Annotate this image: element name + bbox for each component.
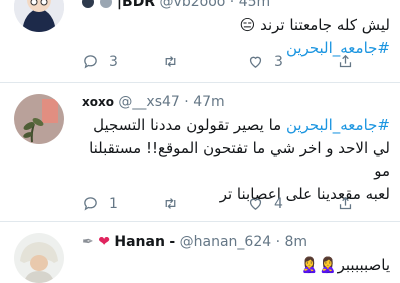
emoji: 🙎‍♀️🙎‍♀️ xyxy=(300,256,338,274)
hashtag-link[interactable]: #جامعه_البحرين xyxy=(286,116,390,134)
tweet-text-line: لي الاحد و اخر شي ما تفتحون الموقع!! مست… xyxy=(89,139,390,180)
reply-button[interactable]: 1 xyxy=(82,195,118,212)
share-icon xyxy=(339,54,352,68)
avatar[interactable] xyxy=(14,233,64,283)
tweet-text: #جامعه_البحرين ما يصير تقولون مددنا التس… xyxy=(82,114,390,206)
retweet-button[interactable] xyxy=(162,195,189,212)
tweet-actions: 3 3 xyxy=(82,53,382,73)
separator: · xyxy=(229,0,235,10)
avatar[interactable] xyxy=(14,0,64,32)
tweet-header: ✒ ❤ Hanan - @hanan_624 · 8m xyxy=(82,234,307,250)
status-emoji-icon xyxy=(82,0,94,8)
name-dash: - xyxy=(169,234,176,250)
status-emoji-icon xyxy=(100,0,113,8)
tweet-2[interactable]: xoxo @__xs47 · 47m #جامعه_البحرين ما يصي… xyxy=(0,83,400,220)
like-count: 4 xyxy=(274,195,283,212)
reply-button[interactable]: 3 xyxy=(82,53,118,70)
timestamp[interactable]: 45m xyxy=(239,0,270,10)
handle[interactable]: @__xs47 xyxy=(118,94,179,110)
reply-icon xyxy=(84,55,97,69)
tweet-text-line: ما يصير تقولون مددنا التسجيل xyxy=(93,116,286,134)
retweet-icon xyxy=(165,56,176,67)
tweet-3[interactable]: ✒ ❤ Hanan - @hanan_624 · 8m ياصبببببر🙎‍♀… xyxy=(0,222,400,283)
display-name[interactable]: |BDR xyxy=(117,0,155,10)
share-button[interactable] xyxy=(337,53,354,70)
like-button[interactable]: 3 xyxy=(247,53,283,70)
display-name[interactable]: Hanan xyxy=(114,234,165,250)
reply-icon xyxy=(84,197,97,211)
timestamp[interactable]: 47m xyxy=(193,94,224,110)
separator: · xyxy=(275,234,281,250)
heart-icon xyxy=(249,198,262,210)
share-button[interactable] xyxy=(337,195,354,212)
handle[interactable]: @hanan_624 xyxy=(180,234,272,250)
avatar[interactable] xyxy=(14,94,64,144)
timestamp[interactable]: 8m xyxy=(285,234,308,250)
like-count: 3 xyxy=(274,53,283,70)
separator: · xyxy=(184,94,189,110)
tweet-text-line: ليش كله جامعتنا ترند xyxy=(260,16,390,34)
tweet-1[interactable]: |BDR @vb2ooo · 45m ليش كله جامعتنا ترند … xyxy=(0,0,400,80)
retweet-button[interactable] xyxy=(162,53,189,70)
reply-count: 3 xyxy=(109,53,118,70)
handle[interactable]: @vb2ooo xyxy=(160,0,226,10)
emoji: 😑 xyxy=(239,16,256,34)
share-icon xyxy=(339,196,352,210)
feather-icon: ✒ xyxy=(82,234,94,250)
red-heart-icon: ❤ xyxy=(98,234,110,250)
tweet-text: ياصبببببر🙎‍♀️🙎‍♀️ xyxy=(82,254,390,277)
display-name[interactable]: xoxo xyxy=(82,95,114,109)
like-button[interactable]: 4 xyxy=(247,195,283,212)
tweet-text-line: ياصبببببر xyxy=(337,256,390,274)
tweet-header: |BDR @vb2ooo · 45m xyxy=(82,0,270,10)
reply-count: 1 xyxy=(109,195,118,212)
heart-icon xyxy=(249,56,262,68)
tweet-actions: 1 4 xyxy=(82,195,382,215)
tweet-header: xoxo @__xs47 · 47m xyxy=(82,94,225,110)
retweet-icon xyxy=(165,198,176,209)
